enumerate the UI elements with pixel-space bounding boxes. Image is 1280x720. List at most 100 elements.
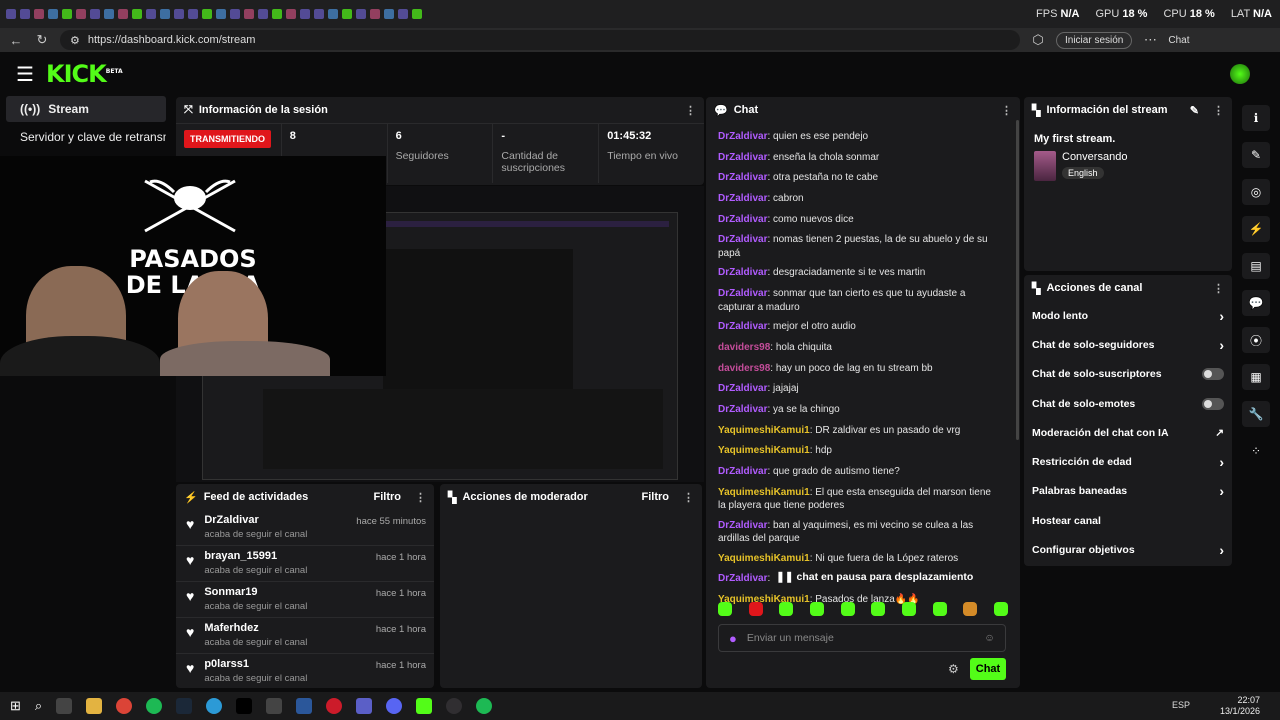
chat-username[interactable]: YaquimeshiKamui1 bbox=[718, 553, 810, 564]
chat-message[interactable]: DrZaldivar: quien es ese pendejo bbox=[706, 127, 1006, 148]
spotify-2-icon[interactable] bbox=[476, 698, 493, 714]
browser-tab[interactable] bbox=[314, 9, 324, 19]
action-banned-words[interactable]: Palabras baneadas › bbox=[1024, 477, 1232, 506]
feed-user[interactable]: brayan_15991 bbox=[204, 550, 366, 562]
chat-username[interactable]: DrZaldivar bbox=[718, 404, 767, 415]
steam-icon[interactable] bbox=[176, 698, 193, 714]
feed-user[interactable]: p0larss1 bbox=[204, 658, 366, 670]
browser-tab[interactable] bbox=[104, 9, 114, 19]
layout-icon[interactable]: ▦ bbox=[1242, 364, 1270, 390]
lightning-icon[interactable]: ⚡ bbox=[1242, 216, 1270, 242]
chat-message[interactable]: DrZaldivar: sonmar que tan cierto es que… bbox=[706, 284, 1006, 317]
chat-username[interactable]: DrZaldivar bbox=[718, 288, 767, 299]
chat-username[interactable]: DrZaldivar bbox=[718, 267, 767, 278]
browser-tab[interactable] bbox=[342, 9, 352, 19]
chat-message[interactable]: DrZaldivar: nomas tienen 2 puestas, la d… bbox=[706, 230, 1006, 263]
emote-icon[interactable] bbox=[840, 602, 855, 616]
chat-username[interactable]: daviders98 bbox=[718, 342, 770, 353]
category-name[interactable]: Conversando bbox=[1062, 151, 1127, 163]
browser-tab[interactable] bbox=[132, 9, 142, 19]
emote-icon[interactable] bbox=[718, 602, 732, 616]
chat-message[interactable]: DrZaldivar: jajajaj bbox=[706, 379, 1006, 400]
browser-tab[interactable] bbox=[272, 9, 282, 19]
url-field[interactable]: ⚙ https://dashboard.kick.com/stream bbox=[60, 30, 1020, 50]
chat-username[interactable]: DrZaldivar bbox=[718, 520, 767, 531]
edit-pencil-icon[interactable]: ✎ bbox=[1190, 104, 1199, 117]
spotify-icon[interactable] bbox=[146, 698, 163, 714]
user-avatar[interactable] bbox=[1230, 64, 1250, 84]
chat-username[interactable]: DrZaldivar bbox=[718, 172, 767, 183]
browser-tab[interactable] bbox=[328, 9, 338, 19]
chat-message[interactable]: YaquimeshiKamui1: hdp bbox=[706, 441, 1006, 462]
chat-message[interactable]: DrZaldivar: como nuevos dice bbox=[706, 210, 1006, 231]
chat-message[interactable]: DrZaldivar: enseña la chola sonmar bbox=[706, 148, 1006, 169]
kebab-menu-icon[interactable]: ⋮ bbox=[1213, 282, 1224, 295]
drag-handle-icon[interactable]: ▚ bbox=[1032, 282, 1040, 295]
tiktok-icon[interactable] bbox=[236, 698, 253, 714]
browser-tab[interactable] bbox=[412, 9, 422, 19]
browser-tab[interactable] bbox=[230, 9, 240, 19]
browser-tab[interactable] bbox=[188, 9, 198, 19]
palette-icon[interactable]: ⁘ bbox=[1242, 438, 1270, 464]
chat-paused-notice[interactable]: ❚❚ chat en pausa para desplazamiento bbox=[770, 570, 980, 584]
chat-message[interactable]: daviders98: hola chiquita bbox=[706, 338, 1006, 359]
discord-icon[interactable] bbox=[386, 698, 403, 714]
action-set-goals[interactable]: Configurar objetivos › bbox=[1024, 535, 1232, 564]
opera-icon[interactable] bbox=[326, 698, 343, 714]
chat-message-list[interactable]: DrZaldivar: quien es ese pendejo DrZaldiv… bbox=[706, 127, 1006, 607]
chat-message[interactable]: DrZaldivar: ya se la chingo bbox=[706, 400, 1006, 421]
sign-in-button[interactable]: Iniciar sesión bbox=[1056, 31, 1133, 49]
drag-handle-icon[interactable]: ⤧ bbox=[184, 104, 193, 117]
drag-handle-icon[interactable]: ▚ bbox=[448, 491, 456, 504]
kebab-menu-icon[interactable]: ⋮ bbox=[415, 491, 426, 504]
info-icon[interactable]: ℹ bbox=[1242, 105, 1270, 131]
wrench-icon[interactable]: 🔧 bbox=[1242, 401, 1270, 427]
browser-tab[interactable] bbox=[300, 9, 310, 19]
browser-tab[interactable] bbox=[202, 9, 212, 19]
browser-tab[interactable] bbox=[62, 9, 72, 19]
chat-scrollbar[interactable] bbox=[1016, 120, 1019, 440]
site-info-icon[interactable]: ⚙ bbox=[70, 34, 80, 47]
emote-icon[interactable] bbox=[993, 602, 1008, 616]
more-menu-icon[interactable]: ⋯ bbox=[1142, 32, 1158, 48]
feed-user[interactable]: Sonmar19 bbox=[204, 586, 366, 598]
taskbar-clock[interactable]: 22:07 13/1/2026 bbox=[1220, 695, 1260, 717]
chat-username[interactable]: DrZaldivar bbox=[718, 321, 767, 332]
kebab-menu-icon[interactable]: ⋮ bbox=[685, 104, 696, 117]
chat-message[interactable]: daviders98: hay un poco de lag en tu str… bbox=[706, 359, 1006, 380]
chat-message-input[interactable]: ● Enviar un mensaje ☺ bbox=[718, 624, 1006, 652]
chat-message[interactable]: DrZaldivar: mejor el otro audio bbox=[706, 317, 1006, 338]
browser-tab[interactable] bbox=[286, 9, 296, 19]
emote-icon[interactable] bbox=[871, 602, 886, 616]
windows-start-icon[interactable]: ⊞ bbox=[10, 698, 21, 714]
emote-icon[interactable] bbox=[748, 602, 763, 616]
browser-tab[interactable] bbox=[174, 9, 184, 19]
feed-user[interactable]: DrZaldivar bbox=[204, 514, 346, 526]
chat-username[interactable]: DrZaldivar bbox=[718, 131, 767, 142]
search-icon[interactable]: ⌕ bbox=[35, 698, 42, 714]
extensions-icon[interactable]: ⬡ bbox=[1030, 32, 1046, 48]
drag-handle-icon[interactable]: ▚ bbox=[1032, 104, 1040, 117]
chat-message[interactable]: DrZaldivar: desgraciadamente si te ves m… bbox=[706, 263, 1006, 284]
browser-tab[interactable] bbox=[20, 9, 30, 19]
send-chat-button[interactable]: Chat bbox=[970, 658, 1006, 680]
browser-tab[interactable] bbox=[398, 9, 408, 19]
browser-tab[interactable] bbox=[160, 9, 170, 19]
teams-icon[interactable] bbox=[356, 698, 373, 714]
epic-games-icon[interactable] bbox=[266, 698, 283, 714]
action-slow-mode[interactable]: Modo lento › bbox=[1024, 301, 1232, 330]
browser-tab[interactable] bbox=[244, 9, 254, 19]
browser-tab[interactable] bbox=[118, 9, 128, 19]
chat-username[interactable]: daviders98 bbox=[718, 363, 770, 374]
file-explorer-icon[interactable] bbox=[86, 698, 103, 714]
document-icon[interactable]: ▤ bbox=[1242, 253, 1270, 279]
subscribers-only-toggle[interactable] bbox=[1202, 368, 1224, 381]
chat-username[interactable]: YaquimeshiKamui1 bbox=[718, 445, 810, 456]
browser-tab[interactable] bbox=[6, 9, 16, 19]
filter-button[interactable]: Filtro bbox=[642, 491, 670, 503]
kebab-menu-icon[interactable]: ⋮ bbox=[1001, 104, 1012, 117]
chat-message[interactable]: DrZaldivar: que grado de autismo tiene? bbox=[706, 462, 1006, 483]
broadcast-icon[interactable]: ⦿ bbox=[1242, 327, 1270, 353]
browser-tab[interactable] bbox=[258, 9, 268, 19]
browser-tab[interactable] bbox=[90, 9, 100, 19]
